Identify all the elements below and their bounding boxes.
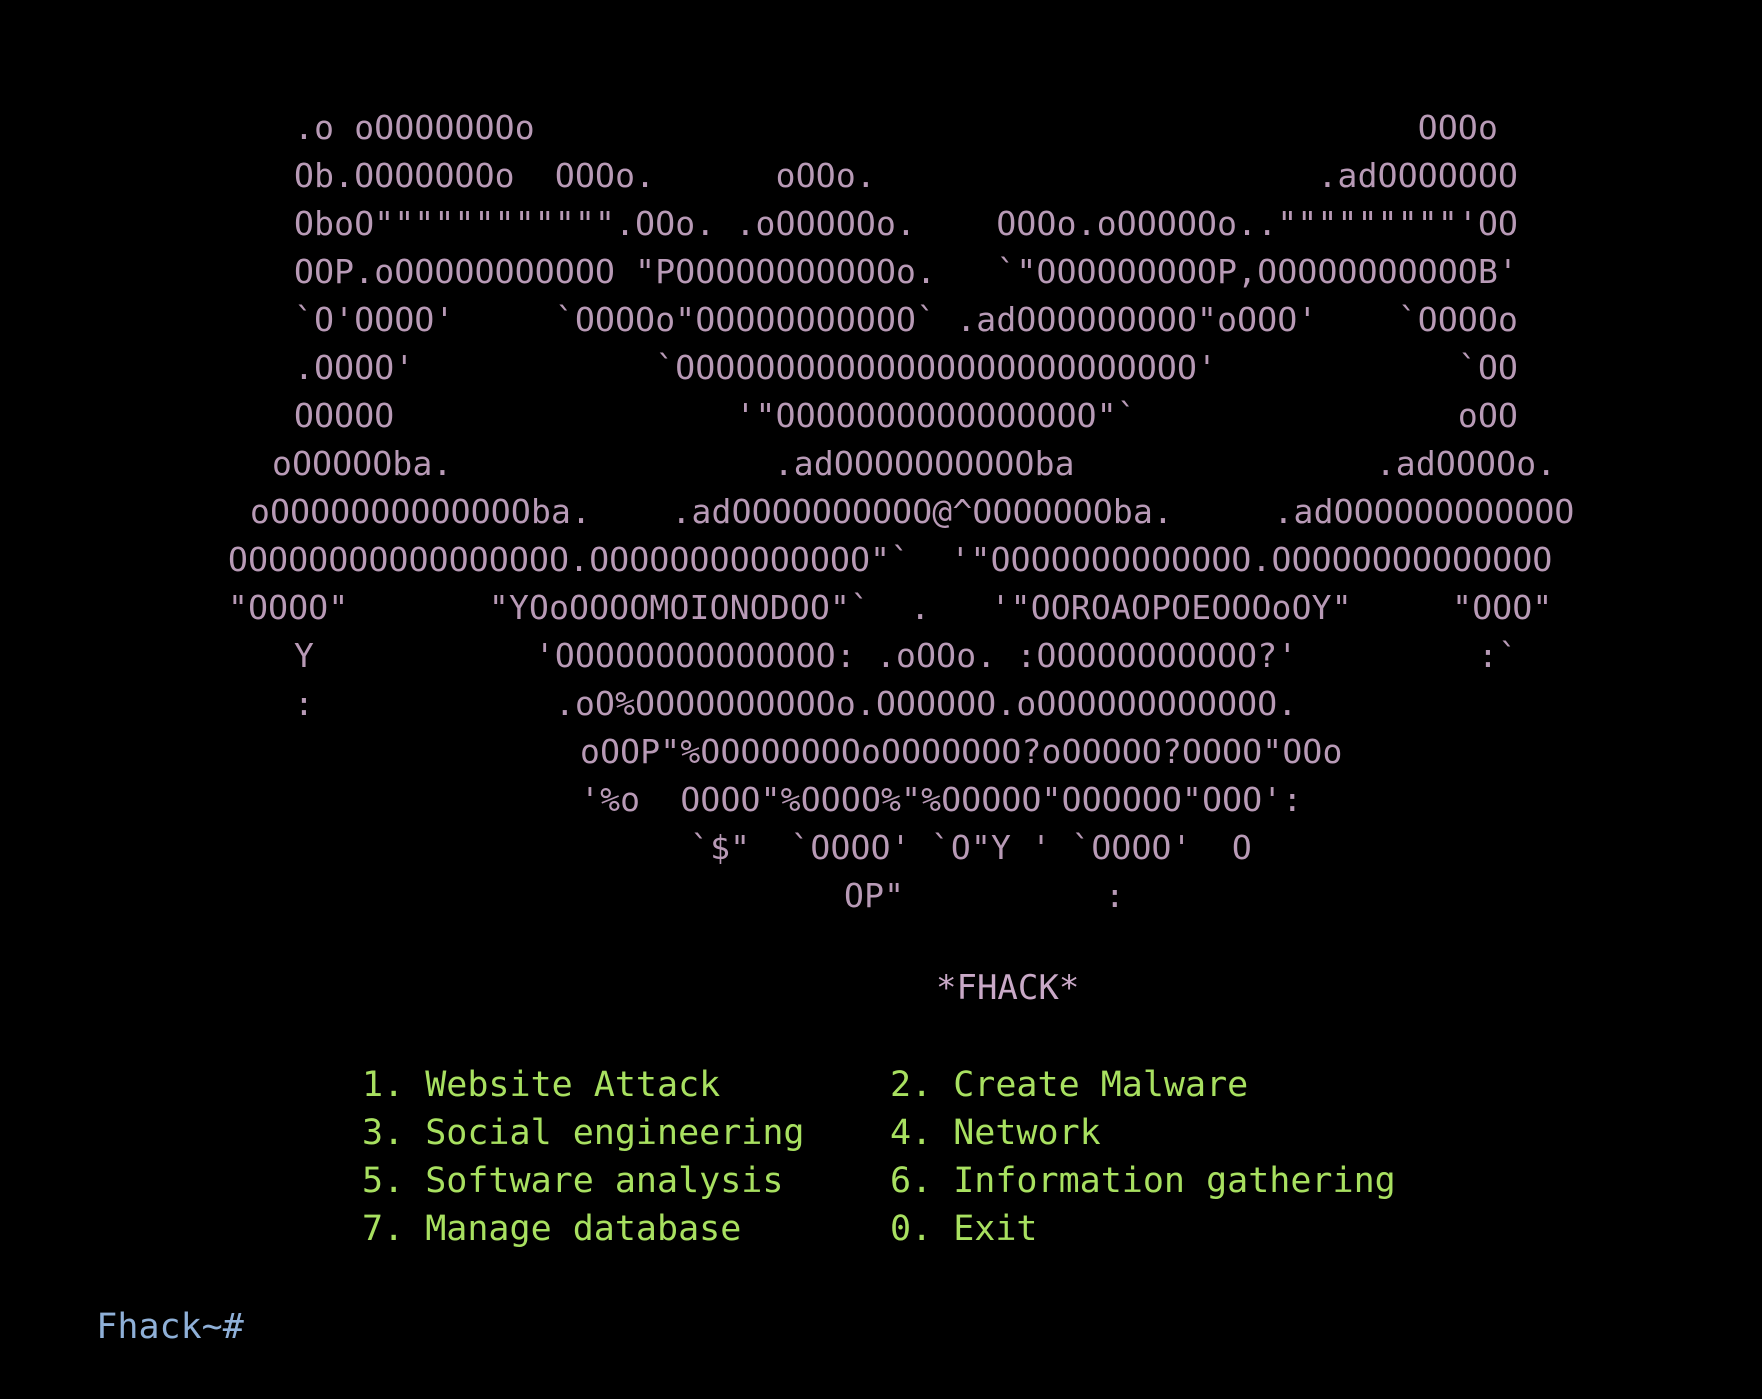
menu-item-network[interactable]: 4. Network <box>890 1109 1101 1157</box>
banner-line: OOP.oOOOOOOOOOOO "POOOOOOOOOOOo. `"OOOOO… <box>294 252 1519 291</box>
banner-line: "OOOO" "YOoOOOOMOIONODOO"` . '"OOROAOPOE… <box>228 588 1553 627</box>
banner-line: OOOOO '"OOOOOOOOOOOOOOOO"` oOO <box>294 396 1519 435</box>
prompt-text: Fhack~# <box>96 1307 244 1347</box>
banner-line: oOOOOOba. .adOOOOOOOOOOba .adOOOOo. <box>272 444 1557 483</box>
banner-line: `$" `OOOO' `O"Y ' `OOOO' O <box>690 828 1252 867</box>
menu-row: 5. Software analysis 6. Information gath… <box>362 1157 1562 1205</box>
banner-line: OOOOOOOOOOOOOOOOO.OOOOOOOOOOOOOO"` '"OOO… <box>228 540 1553 579</box>
banner-line: : .oO%OOOOOOOOOOo.OOOOOO.oOOOOOOOOOOOO. <box>294 684 1298 723</box>
menu-item-social-engineering[interactable]: 3. Social engineering <box>362 1109 805 1157</box>
banner-line: oOOOOOOOOOOOOOba. .adOOOOOOOOOO@^OOOOOOO… <box>250 492 1575 531</box>
banner-line: Ob.OOOOOOOo OOOo. oOOo. .adOOOOOOO <box>294 156 1519 195</box>
main-menu: 1. Website Attack 2. Create Malware 3. S… <box>362 1061 1562 1253</box>
terminal-window: .o oOOOOOOOo OOOo Ob.OOOOOOOo OOOo. oOOo… <box>0 0 1762 1347</box>
menu-item-manage-database[interactable]: 7. Manage database <box>362 1205 741 1253</box>
menu-item-website-attack[interactable]: 1. Website Attack <box>362 1061 720 1109</box>
banner-line: Y 'OOOOOOOOOOOOOO: .oOOo. :OOOOOOOOOOO?'… <box>294 636 1519 675</box>
banner-line: OP" : <box>844 876 1125 915</box>
menu-item-create-malware[interactable]: 2. Create Malware <box>890 1061 1248 1109</box>
menu-row: 3. Social engineering 4. Network <box>362 1109 1562 1157</box>
banner-line: `O'OOOO' `OOOOo"OOOOOOOOOOO` .adOOOOOOOO… <box>294 300 1519 339</box>
banner-line: OboO"""""""""""".OOo. .oOOOOOo. OOOo.oOO… <box>294 204 1519 243</box>
command-prompt[interactable]: Fhack~# <box>12 1255 244 1399</box>
app-title: *FHACK* <box>936 968 1080 1008</box>
menu-row: 1. Website Attack 2. Create Malware <box>362 1061 1562 1109</box>
banner-line: .OOOO' `OOOOOOOOOOOOOOOOOOOOOOOOOO' `OO <box>294 348 1519 387</box>
menu-item-exit[interactable]: 0. Exit <box>890 1205 1038 1253</box>
banner-line: '%o OOOO"%OOOO%"%OOOOO"OOOOOO"OOO': <box>580 780 1303 819</box>
menu-row: 7. Manage database 0. Exit <box>362 1205 1562 1253</box>
menu-item-software-analysis[interactable]: 5. Software analysis <box>362 1157 783 1205</box>
menu-item-information-gathering[interactable]: 6. Information gathering <box>890 1157 1396 1205</box>
banner-line: oOOP"%OOOOOOOOoOOOOOOO?oOOOOO?OOOO"OOo <box>580 732 1343 771</box>
banner-line: .o oOOOOOOOo OOOo <box>294 108 1499 147</box>
